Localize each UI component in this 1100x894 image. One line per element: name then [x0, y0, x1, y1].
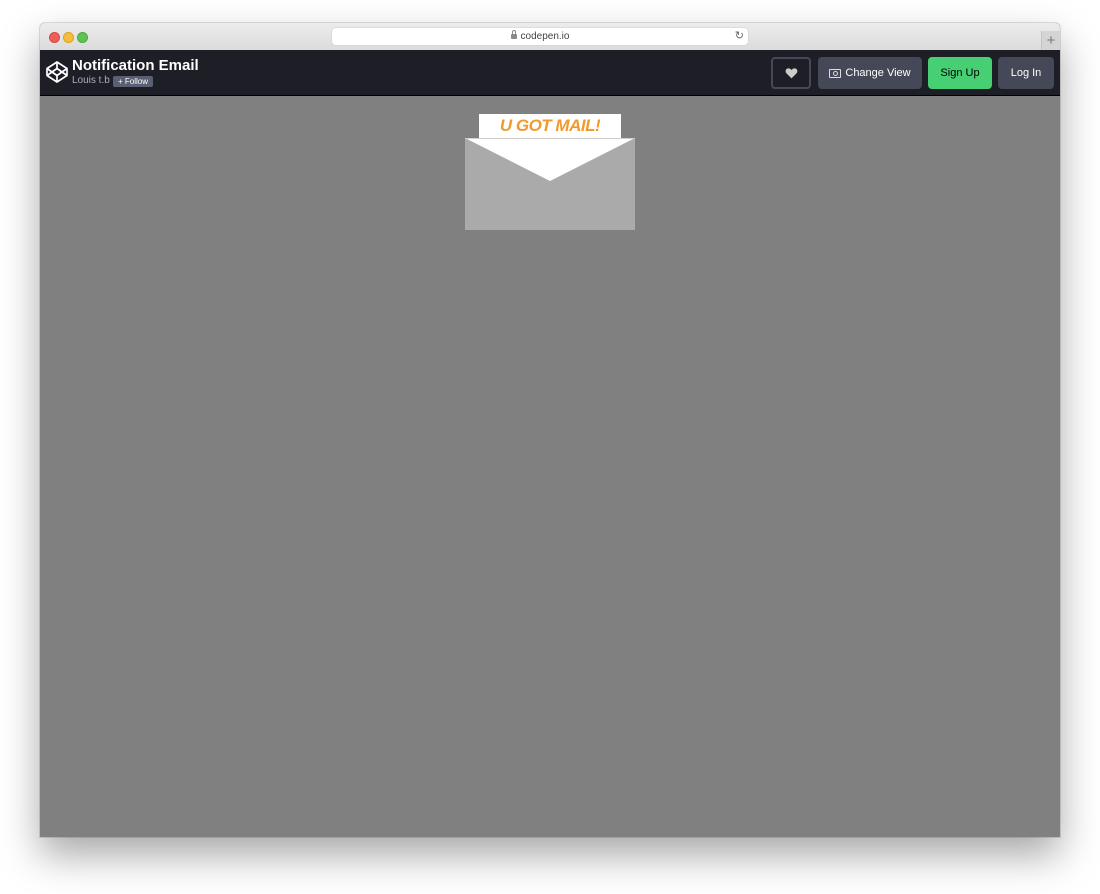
change-view-icon	[829, 68, 842, 78]
envelope-graphic	[465, 138, 635, 230]
change-view-button[interactable]: Change View	[818, 57, 922, 89]
pen-preview: U GOT MAIL!	[40, 96, 1060, 837]
reload-icon[interactable]: ↻	[735, 28, 744, 45]
sign-up-button[interactable]: Sign Up	[928, 57, 992, 89]
codepen-header: Notification Email Louis t.b + Follow Ch…	[40, 50, 1060, 96]
follow-button[interactable]: + Follow	[113, 76, 154, 87]
address-bar[interactable]: codepen.io ↻	[332, 28, 748, 45]
mail-letter-card: U GOT MAIL!	[479, 114, 621, 138]
change-view-label: Change View	[845, 67, 911, 79]
heart-button[interactable]	[771, 57, 811, 89]
log-in-button[interactable]: Log In	[998, 57, 1054, 89]
mail-text: U GOT MAIL!	[499, 116, 601, 135]
pen-title: Notification Email	[72, 57, 199, 74]
lock-icon	[510, 30, 517, 39]
pen-author[interactable]: Louis t.b	[72, 75, 110, 86]
url-text: codepen.io	[520, 31, 570, 42]
maximize-window-button[interactable]	[77, 32, 88, 43]
codepen-logo-icon[interactable]	[45, 60, 69, 84]
heart-icon	[785, 68, 797, 79]
close-window-button[interactable]	[49, 32, 60, 43]
browser-titlebar: codepen.io ↻ +	[40, 23, 1060, 51]
minimize-window-button[interactable]	[63, 32, 74, 43]
new-tab-button[interactable]: +	[1041, 31, 1060, 50]
browser-window: codepen.io ↻ + Notification Email Louis …	[40, 23, 1060, 837]
